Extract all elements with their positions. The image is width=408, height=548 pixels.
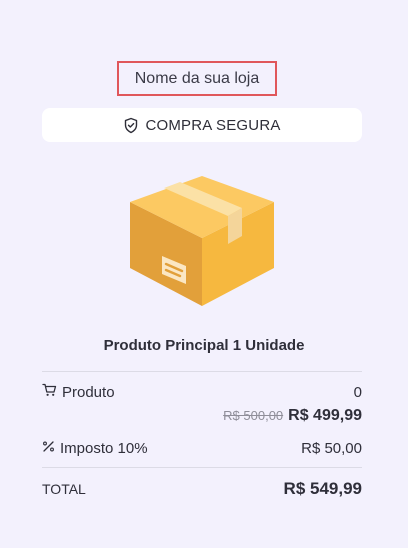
- total-label: TOTAL: [42, 481, 86, 497]
- current-price: R$ 499,99: [288, 407, 362, 424]
- checkout-page: Nome da sua loja COMPRA SEGURA Produto P…: [0, 0, 408, 548]
- tax-label: Imposto 10%: [60, 440, 148, 457]
- product-title: Produto Principal 1 Unidade: [103, 337, 305, 354]
- shield-check-icon: [123, 117, 139, 134]
- tax-value: R$ 50,00: [301, 440, 362, 457]
- tax-row-label: Imposto 10%: [42, 440, 148, 457]
- percent-icon: [42, 440, 55, 457]
- cart-icon: [42, 383, 57, 401]
- secure-purchase-badge: COMPRA SEGURA: [42, 108, 362, 142]
- product-box-image: [124, 176, 280, 310]
- divider: [42, 467, 362, 468]
- total-value: R$ 549,99: [283, 479, 362, 498]
- divider: [42, 371, 362, 372]
- product-price-line: R$ 500,00 R$ 499,99: [223, 407, 362, 425]
- product-label: Produto: [62, 383, 115, 401]
- product-row-label: Produto: [42, 383, 115, 401]
- secure-badge-label: COMPRA SEGURA: [145, 116, 281, 134]
- store-name: Nome da sua loja: [117, 61, 277, 96]
- product-quantity: 0: [353, 384, 362, 401]
- old-price: R$ 500,00: [223, 408, 284, 423]
